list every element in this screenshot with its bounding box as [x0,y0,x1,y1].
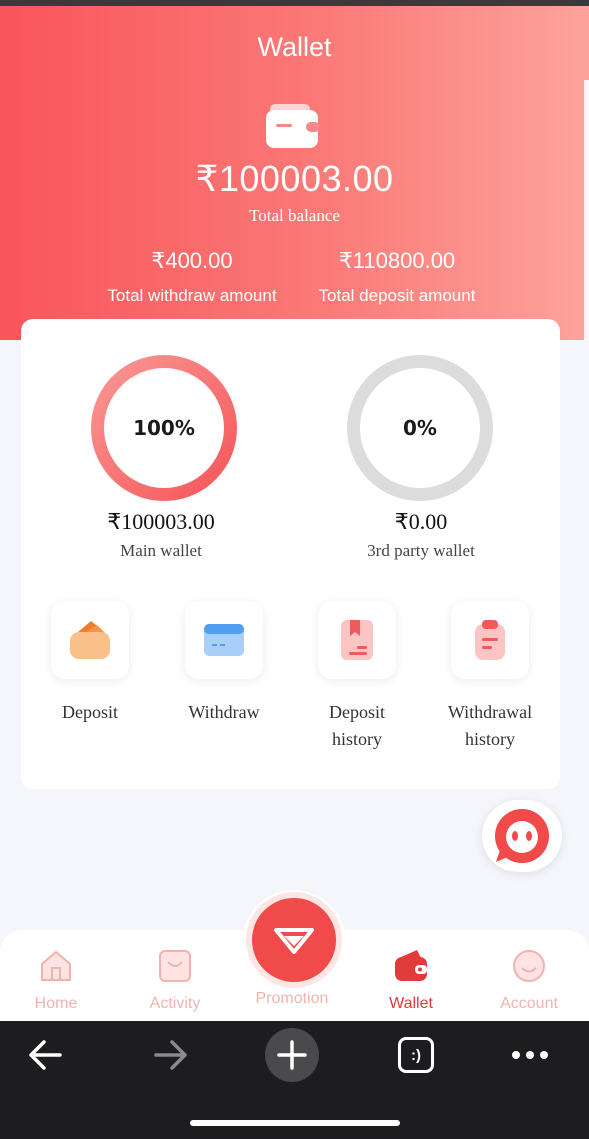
withdraw-amount: ₹400.00 [151,248,233,273]
total-balance-amount: ₹100003.00 [195,158,394,199]
withdrawal-history-label: Withdrawal history [447,702,533,749]
nav-wallet-label: Wallet [389,995,433,1012]
chat-bot-icon [495,809,549,863]
withdraw-label: Withdraw [188,702,260,722]
total-balance-label: Total balance [249,206,340,225]
nav-wallet[interactable]: Wallet [356,948,466,1013]
third-party-wallet-info: ₹0.00 3rd party wallet [321,509,521,561]
tabs-icon[interactable]: :) [398,1037,434,1073]
nav-activity-label: Activity [149,995,201,1012]
deposit-history-tile[interactable] [318,601,396,679]
wallet-header: Wallet ₹100003.00 Total balance ₹400.00 … [0,6,589,340]
third-party-wallet-ring: 0% [347,355,493,501]
main-wallet-percent: 100% [133,416,195,440]
third-party-wallet-percent: 0% [403,416,437,440]
withdrawal-history-button[interactable]: Withdrawal history [435,601,545,753]
deposit-history-icon [341,620,373,660]
nav-account[interactable]: Account [474,948,584,1013]
ring-center: 0% [360,368,480,488]
promotion-button[interactable] [252,898,336,982]
deposit-label: Total deposit amount [318,286,476,305]
deposit-stat: ₹110800.00 Total deposit amount [302,248,492,306]
withdraw-tile[interactable] [185,601,263,679]
nav-home[interactable]: Home [1,948,111,1013]
main-wallet-info: ₹100003.00 Main wallet [61,509,261,561]
withdrawal-history-tile[interactable] [451,601,529,679]
forward-arrow-icon[interactable] [150,1037,190,1073]
main-wallet-label: Main wallet [120,541,202,560]
withdraw-button[interactable]: Withdraw [169,601,279,726]
deposit-amount: ₹110800.00 [338,248,456,273]
home-indicator[interactable] [190,1120,400,1126]
nav-activity[interactable]: Activity [120,948,230,1013]
main-wallet-ring: 100% [91,355,237,501]
withdraw-stat: ₹400.00 Total withdraw amount [92,248,292,306]
withdraw-label: Total withdraw amount [107,286,277,305]
wallet-icon [266,104,320,148]
deposit-icon [70,621,110,659]
scrollbar[interactable] [584,80,589,340]
deposit-label: Deposit [62,702,118,722]
nav-account-label: Account [500,995,558,1012]
nav-home-label: Home [34,995,78,1012]
third-party-wallet-amount: ₹0.00 [394,509,448,534]
withdraw-card-icon [204,624,244,656]
account-icon [513,950,545,982]
ring-center: 100% [104,368,224,488]
wallet-card: 100% 0% ₹100003.00 Main wallet ₹0.00 3rd… [21,319,560,789]
page-title: Wallet [257,32,332,62]
back-arrow-icon[interactable] [26,1037,66,1073]
home-icon [41,950,71,981]
withdrawal-history-icon [475,620,505,660]
customer-service-button[interactable] [482,800,562,872]
nav-promotion-label: Promotion [255,990,329,1007]
activity-icon [159,950,191,982]
wallet-icon [395,950,427,981]
third-party-wallet-label: 3rd party wallet [367,541,475,560]
deposit-history-button[interactable]: Deposit history [302,601,412,753]
more-dots-icon[interactable] [510,1045,550,1065]
diamond-icon [274,928,314,954]
deposit-button[interactable]: Deposit [35,601,145,726]
main-wallet-amount: ₹100003.00 [107,509,215,534]
new-tab-plus-icon[interactable] [264,1027,320,1083]
deposit-tile[interactable] [51,601,129,679]
deposit-history-label: Deposit history [329,702,385,749]
